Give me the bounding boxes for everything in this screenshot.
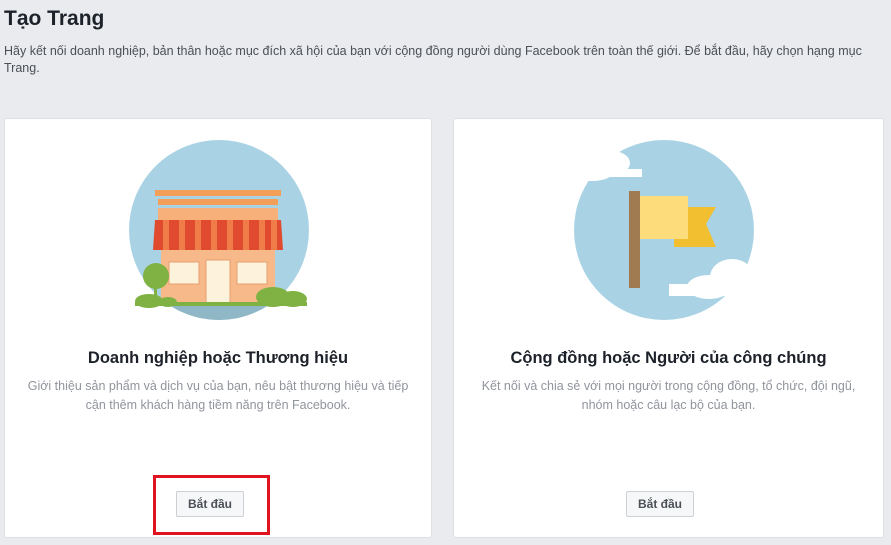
flag-illustration bbox=[454, 119, 883, 329]
community-public-figure-card[interactable]: Cộng đồng hoặc Người của công chúng Kết … bbox=[453, 118, 884, 538]
page-title: Tạo Trang bbox=[4, 7, 105, 30]
page-description: Hãy kết nối doanh nghiệp, bản thân hoặc … bbox=[4, 44, 862, 75]
start-button-business[interactable]: Bắt đầu bbox=[176, 491, 245, 517]
flag-icon bbox=[570, 140, 769, 320]
card-description: Giới thiệu sản phẩm và dịch vụ của bạn, … bbox=[27, 379, 409, 412]
card-description: Kết nối và chia sẻ với mọi người trong c… bbox=[481, 379, 856, 412]
card-title: Doanh nghiệp hoặc Thương hiệu bbox=[87, 349, 349, 367]
card-title: Cộng đồng hoặc Người của công chúng bbox=[510, 349, 827, 367]
start-button-community[interactable]: Bắt đầu bbox=[626, 491, 695, 517]
storefront-illustration bbox=[5, 119, 431, 329]
business-brand-card[interactable]: Doanh nghiệp hoặc Thương hiệu Giới thiệu… bbox=[4, 118, 432, 538]
storefront-icon bbox=[129, 140, 309, 320]
